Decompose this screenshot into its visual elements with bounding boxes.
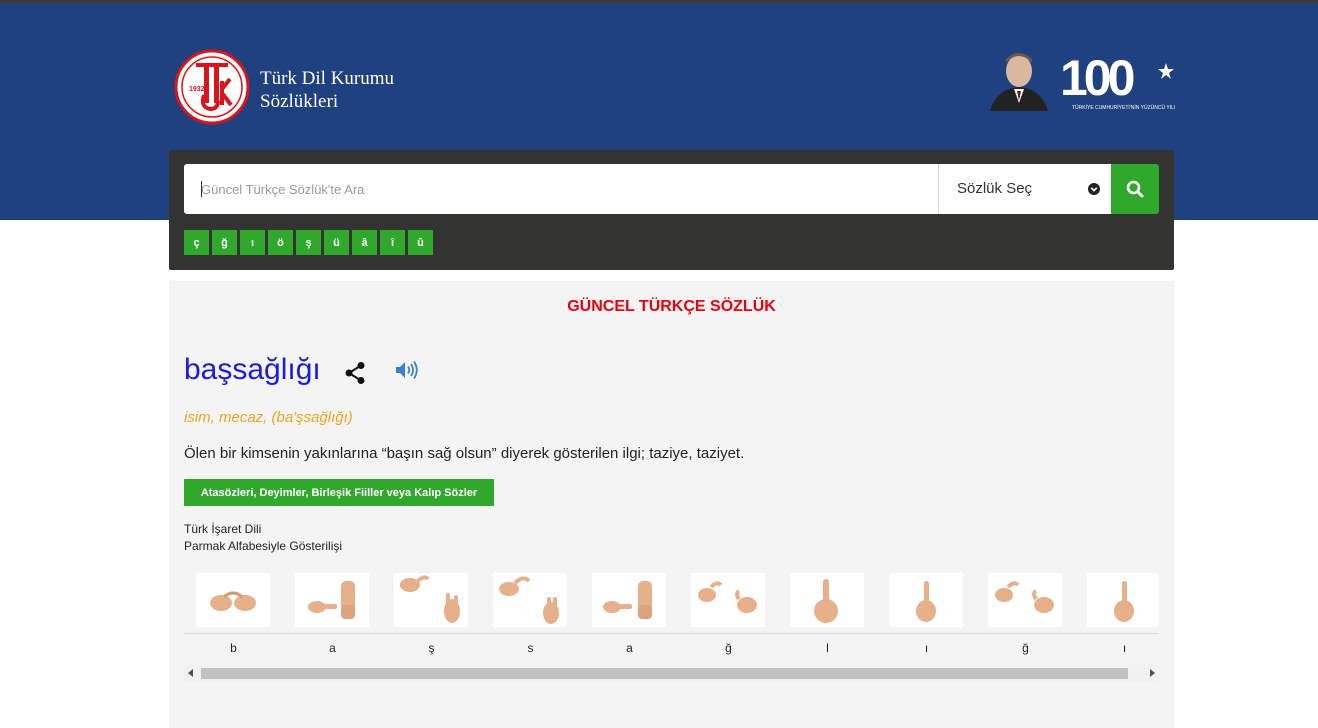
chevron-down-icon <box>1088 183 1100 195</box>
spelling-letter: ı <box>924 641 929 655</box>
hand-sign-image <box>196 573 270 627</box>
share-icon[interactable] <box>344 361 366 385</box>
sign-cell: ğ <box>679 569 778 666</box>
char-button[interactable]: ı <box>240 230 265 255</box>
spelling-letter: ş <box>428 641 435 655</box>
result-panel: GÜNCEL TÜRKÇE SÖZLÜK başsağlığı isim, me… <box>169 281 1174 728</box>
dictionary-select-label: Sözlük Seç <box>957 180 1033 197</box>
centennial-logo: 100 TÜRKİYE CUMHURİYETİ'NİN YÜZÜNCÜ YILI <box>1060 50 1175 111</box>
sign-cell: b <box>184 569 283 666</box>
sign-cell: ğ <box>976 569 1075 666</box>
scroll-left-arrow-icon[interactable] <box>188 669 193 677</box>
char-button[interactable]: ğ <box>212 230 237 255</box>
search-icon <box>1126 180 1144 198</box>
hand-sign-image <box>592 573 666 627</box>
search-box[interactable] <box>184 164 938 214</box>
finger-spelling-strip: b a ş s a ğ l ı ğ ı <box>184 569 1159 666</box>
hand-sign-image <box>988 573 1062 627</box>
dictionary-title: GÜNCEL TÜRKÇE SÖZLÜK <box>567 298 776 315</box>
idioms-button[interactable]: Atasözleri, Deyimler, Birleşik Fiiller v… <box>184 479 494 506</box>
spelling-letter: a <box>329 641 336 655</box>
hand-sign-image <box>889 573 963 627</box>
headword: başsağlığı <box>184 353 321 386</box>
divider <box>184 633 1159 634</box>
spelling-letter: l <box>826 641 829 655</box>
scrollbar-thumb[interactable] <box>201 668 1128 679</box>
sign-cell: a <box>580 569 679 666</box>
tdk-logo-icon[interactable]: 1932 <box>174 49 250 125</box>
hand-sign-image <box>394 573 468 627</box>
sign-language-title: Türk İşaret Dili <box>184 522 262 536</box>
hand-sign-image <box>691 573 765 627</box>
hand-sign-image <box>1087 573 1159 627</box>
search-input[interactable] <box>184 164 938 214</box>
brand-line-1: Türk Dil Kurumu <box>260 68 395 89</box>
spelling-letter: b <box>230 641 237 655</box>
spelling-letter: s <box>527 641 534 655</box>
speaker-icon[interactable] <box>395 360 419 380</box>
sign-cell: ı <box>1075 569 1159 666</box>
char-button[interactable]: ç <box>184 230 209 255</box>
sign-cell: a <box>283 569 382 666</box>
brand-line-2: Sözlükleri <box>260 91 339 112</box>
search-panel: Sözlük Seç ç ğ ı ö ş ü â î û <box>169 150 1174 270</box>
spelling-letter: a <box>626 641 633 655</box>
search-button[interactable] <box>1111 164 1159 214</box>
brand-title[interactable]: Türk Dil Kurumu Sözlükleri <box>260 67 394 113</box>
char-button[interactable]: î <box>380 230 405 255</box>
spelling-letter: ğ <box>725 641 732 655</box>
horizontal-scrollbar[interactable] <box>184 665 1159 682</box>
char-button[interactable]: ş <box>296 230 321 255</box>
dictionary-select[interactable]: Sözlük Seç <box>938 164 1111 214</box>
svg-text:TÜRKİYE CUMHURİYETİ'NİN YÜZÜNC: TÜRKİYE CUMHURİYETİ'NİN YÜZÜNCÜ YILI <box>1072 104 1175 111</box>
sign-language-label: Türk İşaret Dili Parmak Alfabesiyle Göst… <box>184 521 342 555</box>
sign-cell: l <box>778 569 877 666</box>
hand-sign-image <box>493 573 567 627</box>
sign-cell: ı <box>877 569 976 666</box>
scroll-right-arrow-icon[interactable] <box>1150 669 1155 677</box>
finger-spelling-title: Parmak Alfabesiyle Gösterilişi <box>184 539 343 553</box>
text-caret <box>201 181 202 197</box>
svg-text:100: 100 <box>1060 50 1134 106</box>
sign-cell: s <box>481 569 580 666</box>
char-button[interactable]: â <box>352 230 377 255</box>
svg-text:1932: 1932 <box>189 86 205 93</box>
char-button[interactable]: ü <box>324 230 349 255</box>
part-of-speech: isim, mecaz, (ba'şsağlığı) <box>184 409 353 426</box>
ataturk-portrait <box>986 49 1052 111</box>
hand-sign-image <box>295 573 369 627</box>
spelling-letter: ı <box>1122 641 1127 655</box>
spelling-letter: ğ <box>1022 641 1029 655</box>
char-button[interactable]: ö <box>268 230 293 255</box>
hand-sign-image <box>790 573 864 627</box>
definition-text: Ölen bir kimsenin yakınlarına “başın sağ… <box>184 445 745 462</box>
special-character-buttons: ç ğ ı ö ş ü â î û <box>184 230 433 255</box>
char-button[interactable]: û <box>408 230 433 255</box>
sign-cell: ş <box>382 569 481 666</box>
